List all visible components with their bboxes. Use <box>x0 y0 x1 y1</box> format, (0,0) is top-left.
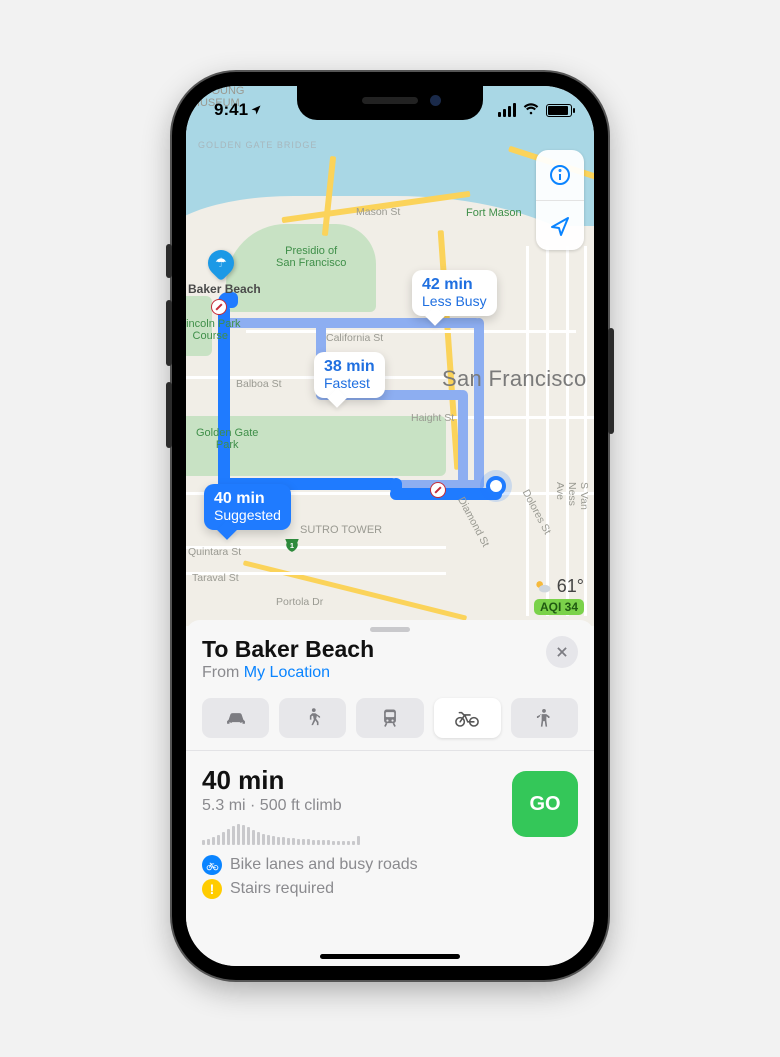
sheet-grabber[interactable] <box>370 627 410 632</box>
map-info-button[interactable] <box>536 150 584 200</box>
street-label: Quintara St <box>188 546 241 558</box>
rideshare-icon <box>531 707 557 729</box>
car-icon <box>223 707 249 729</box>
map-label: Presidio of San Francisco <box>276 246 346 269</box>
transport-mode-selector <box>202 698 578 738</box>
street-label: Taraval St <box>192 572 239 584</box>
map-locate-button[interactable] <box>536 200 584 250</box>
advisory-row: Bike lanes and busy roads <box>202 855 494 875</box>
map-canvas[interactable]: ☂ Baker Beach 1 GOLDEN GATE BRIDGE Presi… <box>186 86 594 626</box>
mode-transit[interactable] <box>356 698 423 738</box>
location-arrow-icon <box>548 214 572 238</box>
destination-pin-label: Baker Beach <box>188 282 261 296</box>
go-button[interactable]: GO <box>512 771 578 837</box>
route-meta: 5.3 mi · 500 ft climb <box>202 797 494 815</box>
close-button[interactable] <box>546 636 578 668</box>
bike-lane-icon <box>202 855 222 875</box>
street-label: S Van Ness Ave <box>554 482 590 526</box>
directions-sheet[interactable]: To Baker Beach From My Location <box>186 620 594 966</box>
info-icon <box>548 163 572 187</box>
warning-icon: ! <box>202 879 222 899</box>
street-label: Portola Dr <box>276 596 323 608</box>
hazard-icon <box>211 299 227 315</box>
map-label: SUTRO TOWER <box>300 525 382 537</box>
map-label: Fort Mason <box>466 208 522 220</box>
temperature: 61° <box>557 576 584 597</box>
aqi-badge: AQI 34 <box>534 599 584 615</box>
mode-rideshare[interactable] <box>511 698 578 738</box>
route-callout-selected[interactable]: 40 min Suggested <box>204 484 291 530</box>
mode-bike[interactable] <box>434 698 501 738</box>
mode-walk[interactable] <box>279 698 346 738</box>
weather-widget[interactable]: 61° AQI 34 <box>533 576 584 616</box>
highway-shield-icon: 1 <box>283 536 301 554</box>
close-icon <box>555 645 569 659</box>
street-label: Mason St <box>356 206 400 218</box>
street-label: Balboa St <box>236 378 282 390</box>
route-callout-alt2[interactable]: 38 min Fastest <box>314 352 385 398</box>
map-label: Golden Gate Park <box>196 428 258 451</box>
current-location-dot <box>486 476 506 496</box>
route-duration: 40 min <box>202 765 494 796</box>
destination-title: To Baker Beach <box>202 636 546 663</box>
mode-car[interactable] <box>202 698 269 738</box>
home-indicator[interactable] <box>320 954 460 959</box>
battery-icon <box>546 104 572 117</box>
partly-cloudy-icon <box>533 577 553 597</box>
phone-frame: 9:41 <box>172 72 608 980</box>
route-summary[interactable]: 40 min 5.3 mi · 500 ft climb Bike lanes … <box>202 751 578 899</box>
screen: 9:41 <box>186 86 594 966</box>
map-label: Lincoln Park Course <box>186 319 241 342</box>
transit-icon <box>377 707 403 729</box>
street-label: California St <box>326 332 383 344</box>
cellular-icon <box>498 103 516 117</box>
location-services-icon <box>250 104 262 116</box>
map-label: GOLDEN GATE BRIDGE <box>198 140 317 150</box>
route-callout-alt1[interactable]: 42 min Less Busy <box>412 270 497 316</box>
svg-text:1: 1 <box>290 541 294 550</box>
bike-icon <box>454 707 480 729</box>
street-label: Haight St <box>411 412 454 424</box>
hazard-icon <box>430 482 446 498</box>
map-controls <box>536 150 584 250</box>
advisory-row: ! Stairs required <box>202 879 494 899</box>
walk-icon <box>300 707 326 729</box>
notch <box>297 86 483 120</box>
city-label: San Francisco <box>442 366 587 392</box>
wifi-icon <box>522 100 540 120</box>
elevation-sparkline <box>202 823 494 845</box>
status-time: 9:41 <box>214 100 262 120</box>
origin-link[interactable]: My Location <box>244 664 330 681</box>
origin-row: From My Location <box>202 664 546 682</box>
